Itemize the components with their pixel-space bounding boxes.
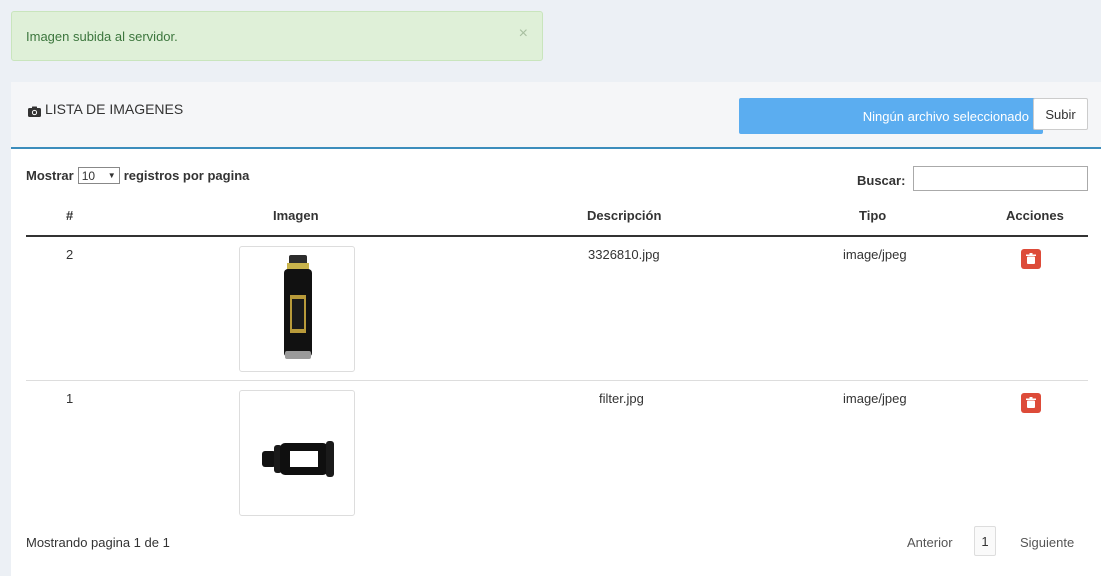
show-prefix-label: Mostrar [26,168,74,183]
show-suffix-label: registros por pagina [123,168,250,183]
column-header-image[interactable]: Imagen [273,208,319,223]
spray-can-image [239,246,355,372]
upload-button[interactable]: Subir [1033,98,1088,130]
trash-icon [1026,396,1036,411]
file-status: Ningún archivo seleccionado [862,109,1029,124]
pagination-previous[interactable]: Anterior [907,535,953,550]
trash-icon [1026,252,1036,267]
camera-icon [28,104,41,117]
pagination-page-1[interactable]: 1 [974,526,996,556]
file-chooser[interactable]: Ningún archivo seleccionado [739,98,1043,134]
column-header-description[interactable]: Descripción [587,208,661,223]
page-size-value: 10 [81,168,96,183]
table-header-divider [26,235,1088,237]
panel-title-text: LISTA DE IMAGENES [45,101,184,117]
success-alert: Imagen subida al servidor. × [11,11,543,61]
close-icon[interactable]: × [519,26,528,42]
search-input[interactable] [913,166,1088,191]
delete-button[interactable] [1021,249,1041,269]
page-size-select[interactable]: 10 ▼ [77,167,120,184]
alert-message: Imagen subida al servidor. [26,29,178,44]
row-id: 1 [66,391,74,406]
row-type: image/jpeg [843,391,907,406]
row-type: image/jpeg [843,247,907,262]
column-header-actions: Acciones [1006,208,1064,223]
column-header-id[interactable]: # [66,208,73,223]
search-label: Buscar: [857,173,906,188]
delete-button[interactable] [1021,393,1041,413]
row-description: 3326810.jpg [588,247,660,262]
row-id: 2 [66,247,74,262]
column-header-type[interactable]: Tipo [859,208,886,223]
pagination-next[interactable]: Siguiente [1020,535,1074,550]
row-description: filter.jpg [599,391,644,406]
table-info: Mostrando pagina 1 de 1 [26,535,170,550]
chevron-down-icon: ▼ [107,171,116,180]
row-divider [26,380,1088,381]
panel-title: LISTA DE IMAGENES [28,101,183,117]
filter-image [239,390,355,516]
page-length-control: Mostrar 10 ▼ registros por pagina [26,167,249,184]
panel-header: LISTA DE IMAGENES Ningún archivo selecci… [11,82,1101,149]
image-list-panel: LISTA DE IMAGENES Ningún archivo selecci… [11,82,1101,576]
